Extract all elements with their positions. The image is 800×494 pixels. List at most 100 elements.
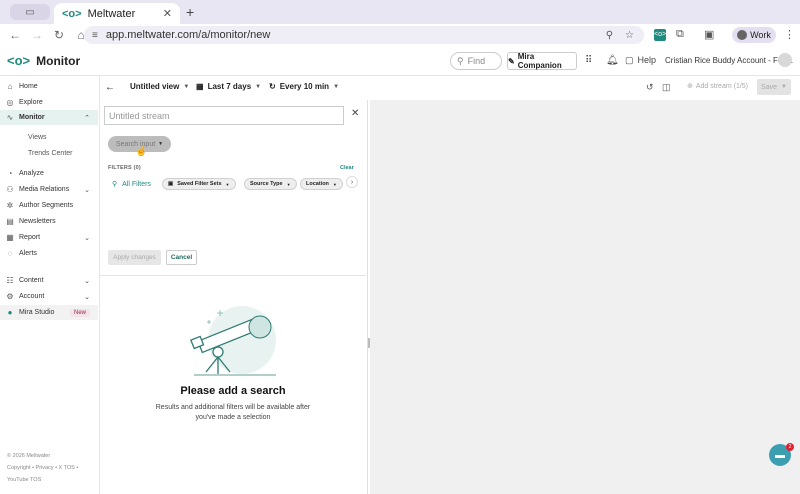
close-tab-icon[interactable]: ✕ xyxy=(163,7,172,20)
tab-title: Meltwater xyxy=(87,7,136,20)
sidebar-item-alerts[interactable]: ◌ Alerts xyxy=(0,246,98,261)
monitor-toolbar: ← Untitled view ▼ ▦ Last 7 days ▼ ↻ Every 10… xyxy=(100,76,800,100)
sidebar: ⌂ Home ◎ Explore ∿ Monitor ⌃ Views Trends Ce… xyxy=(0,76,100,494)
view-selector[interactable]: Untitled view ▼ xyxy=(130,82,189,91)
sidebar-item-author-segments[interactable]: ✲ Author Segments xyxy=(0,198,98,213)
empty-state-title: Please add a search xyxy=(180,385,286,397)
refresh-selector[interactable]: ↻ Every 10 min ▼ xyxy=(269,82,339,91)
footer-youtube-tos[interactable]: YouTube TOS xyxy=(7,477,41,483)
sidebar-item-content[interactable]: ☷ Content ⌄ xyxy=(0,273,98,288)
scroll-right-icon[interactable]: › xyxy=(346,176,358,188)
close-icon[interactable]: ✕ xyxy=(351,108,359,119)
caret-down-icon: ▼ xyxy=(781,84,787,90)
apply-changes-button[interactable]: Apply changes xyxy=(108,250,161,265)
meltwater-logo-icon: <o> xyxy=(62,7,82,20)
mira-companion-button[interactable]: ✎ Mira Companion xyxy=(507,52,577,70)
filters-label: FILTERS (0) xyxy=(108,165,141,171)
apps-grid-icon[interactable]: ⠿ xyxy=(585,55,592,66)
clear-filters-link[interactable]: Clear xyxy=(340,165,354,171)
sidebar-item-label: Alerts xyxy=(19,250,37,257)
tab-meltwater[interactable]: <o> Meltwater ✕ xyxy=(54,3,180,24)
chip-label: Saved Filter Sets xyxy=(177,181,222,187)
bookmark-icon[interactable]: ☆ xyxy=(625,30,634,41)
chat-icon: ▬ xyxy=(775,449,785,461)
avatar[interactable] xyxy=(778,53,792,67)
people-icon: ⚇ xyxy=(6,185,14,194)
sidebar-item-label: Author Segments xyxy=(19,202,74,209)
back-icon[interactable]: ← xyxy=(4,28,26,42)
chevron-up-icon: ⌃ xyxy=(84,114,90,122)
view-label: Untitled view xyxy=(130,82,180,91)
save-label: Save xyxy=(761,83,777,91)
reload-icon[interactable]: ↻ xyxy=(48,28,70,42)
all-filters-button[interactable]: ⚲ All Filters xyxy=(112,180,151,189)
browser-menu-icon[interactable]: ⋮ xyxy=(784,28,795,41)
new-tab-button[interactable]: + xyxy=(186,4,194,20)
account-name[interactable]: Cristian Rice Buddy Account - Fair... xyxy=(665,56,793,65)
filter-icon: ⚲ xyxy=(112,181,118,188)
meltwater-logo-icon: <o> xyxy=(7,53,31,68)
sidebar-item-label: Mira Studio xyxy=(19,309,55,316)
stream-name-input[interactable]: Untitled stream xyxy=(104,106,344,125)
sidebar-item-views[interactable]: Views xyxy=(28,134,47,141)
sparkle-icon: ✎ xyxy=(508,56,515,66)
chevron-down-icon: ⌄ xyxy=(84,186,90,194)
sidebar-item-monitor[interactable]: ∿ Monitor ⌃ xyxy=(0,110,98,125)
back-arrow-icon[interactable]: ← xyxy=(105,82,115,93)
profile-label: Work xyxy=(750,30,771,40)
saved-icon: ▣ xyxy=(168,181,174,187)
sidebar-item-report[interactable]: ▦ Report ⌄ xyxy=(0,230,98,245)
sidebar-item-home[interactable]: ⌂ Home xyxy=(0,79,98,94)
profile-avatar xyxy=(737,30,748,40)
footer-links[interactable]: Copyright • Privacy • X TOS • xyxy=(7,465,78,471)
tab-inactive[interactable]: ▭ xyxy=(10,4,50,20)
sidebar-item-label: Monitor xyxy=(19,114,45,121)
sidebar-item-media-relations[interactable]: ⚇ Media Relations ⌄ xyxy=(0,182,98,197)
find-input[interactable]: ⚲ Find xyxy=(450,52,502,70)
url-field[interactable]: ≡ app.meltwater.com/a/monitor/new ⚲ ☆ xyxy=(84,26,644,44)
cancel-button[interactable]: Cancel xyxy=(166,250,197,265)
divider xyxy=(100,275,366,276)
app: <o> Monitor ⚲ Find ✎ Mira Companion ⠿ 🔔︎ ▢… xyxy=(0,46,800,494)
chat-icon: ▢ xyxy=(625,55,634,65)
notifications-icon[interactable]: 🔔︎ xyxy=(606,55,619,66)
profile-button[interactable]: Work xyxy=(732,27,776,43)
forward-icon[interactable]: → xyxy=(26,28,48,42)
refresh-stream-icon[interactable]: ↺ xyxy=(646,82,654,93)
cast-icon[interactable]: ▣ xyxy=(704,28,714,41)
segments-icon: ✲ xyxy=(6,201,14,210)
save-button[interactable]: Save ▼ xyxy=(757,79,791,95)
sidebar-item-newsletters[interactable]: ▤ Newsletters xyxy=(0,214,98,229)
sidebar-item-label: Explore xyxy=(19,99,43,106)
app-brand[interactable]: <o> Monitor xyxy=(7,53,80,68)
chip-source-type[interactable]: Source Type ▼ xyxy=(244,178,297,190)
caret-down-icon: ▼ xyxy=(183,83,190,90)
meltwater-extension-icon[interactable]: <o> xyxy=(654,29,666,41)
zoom-icon[interactable]: ⚲ xyxy=(606,30,613,41)
sidebar-item-analyze[interactable]: ◔ Analyze xyxy=(0,166,98,181)
add-stream-button[interactable]: ⊕ Add stream (1/5) xyxy=(687,82,749,91)
help-button[interactable]: ▢ Help xyxy=(625,55,656,66)
add-stream-label: Add stream (1/5) xyxy=(695,82,749,90)
new-badge: New xyxy=(69,308,90,317)
pulse-icon: ∿ xyxy=(6,113,14,122)
site-settings-icon[interactable]: ≡ xyxy=(92,30,98,41)
address-bar-row: ← → ↻ ⌂ ≡ app.meltwater.com/a/monitor/ne… xyxy=(0,24,800,46)
extensions-icon[interactable]: ⧉ xyxy=(676,28,684,41)
content-icon: ☷ xyxy=(6,276,14,285)
chevron-down-icon: ⌄ xyxy=(84,277,90,285)
chip-label: Location xyxy=(306,181,329,187)
calendar-icon: ▦ xyxy=(196,82,204,91)
chip-location[interactable]: Location ▼ xyxy=(300,178,343,190)
window-icon: ▭ xyxy=(25,6,35,18)
sidebar-item-mira-studio[interactable]: ● Mira Studio New xyxy=(0,305,98,320)
layers-icon[interactable]: ◫ xyxy=(662,82,671,93)
date-range-selector[interactable]: ▦ Last 7 days ▼ xyxy=(196,82,261,91)
sidebar-item-trends-center[interactable]: Trends Center xyxy=(28,150,72,157)
chip-saved-filter-sets[interactable]: ▣ Saved Filter Sets ▼ xyxy=(162,178,236,190)
chevron-down-icon: ⌄ xyxy=(84,234,90,242)
sidebar-item-account[interactable]: ⚙ Account ⌄ xyxy=(0,289,98,304)
sidebar-item-explore[interactable]: ◎ Explore xyxy=(0,95,98,110)
mira-icon: ● xyxy=(7,308,13,317)
mira-companion-label: Mira Companion xyxy=(517,52,562,70)
